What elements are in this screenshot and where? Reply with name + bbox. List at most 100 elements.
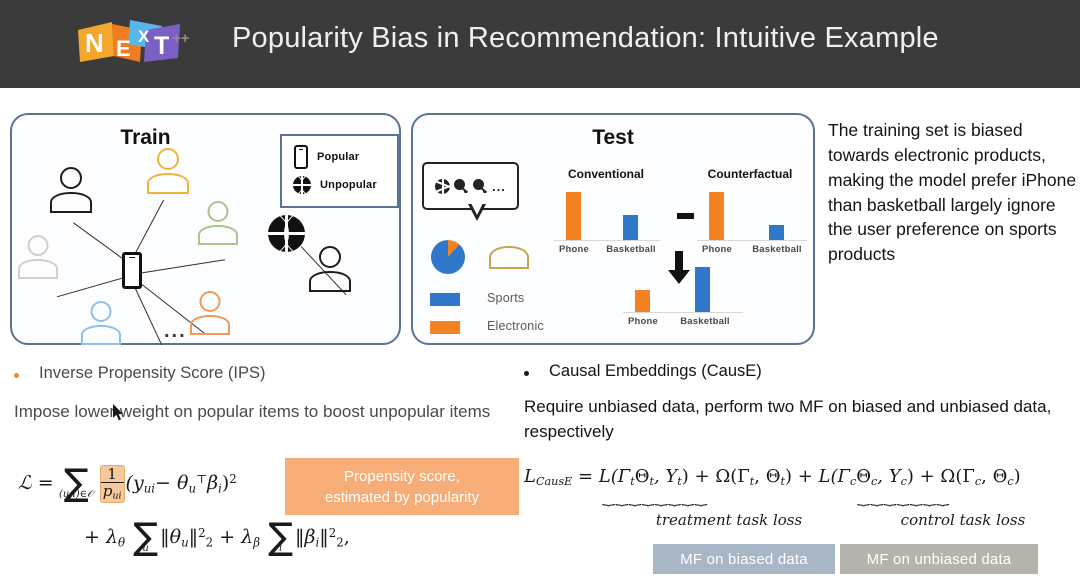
bar-label-basketball-result: Basketball [680,316,730,327]
mouse-cursor [113,404,125,422]
ips-bullet-title: Inverse Propensity Score (IPS) [39,364,266,382]
tag-mf-biased: MF on biased data [653,544,835,574]
cause-formula: LCausE = L(ΓtΘt, Yt) + Ω(Γt, Θt) + L(ΓcΘ… [524,466,1021,489]
propensity-denominator: pui [102,482,122,503]
callout-line-1: Propensity score, [344,467,460,485]
user-node-1 [50,167,92,213]
test-legend-swatch-sports [430,293,460,306]
minus-operator [677,213,694,219]
brace-label-control: control task loss [900,511,1026,529]
bar-basketball-counterfactual [769,225,784,240]
cause-bullet-row: Causal Embeddings (CausE) [524,362,762,381]
user-node-6 [190,291,230,335]
user-node-4 [18,235,58,279]
chart-title-conventional: Conventional [567,167,645,181]
volleyball-icon [435,178,451,194]
ips-bullet-row: Inverse Propensity Score (IPS) [14,364,266,383]
ips-formula: ℒ = ∑ (u,i)∈𝒪 1 pui (yui− θu⊤βi)2 [18,461,237,505]
bar-label-phone-counterfactual: Phone [701,244,733,255]
ips-norm-theta: ‖θ [160,526,182,548]
bar-phone-result [635,290,650,312]
propensity-callout: Propensity score, estimated by popularit… [285,458,519,515]
user-node-3 [198,201,238,245]
description-text: The training set is biased towards elect… [828,120,1077,265]
cause-bullet-title: Causal Embeddings (CausE) [549,362,762,380]
svg-text:T: T [154,32,169,60]
user-node-7 [309,246,351,292]
test-legend-label-electronic: Electronic [487,319,544,333]
legend-item-unpopular: Unpopular [293,176,377,194]
cause-term-treatment-loss: L(Γ [598,466,631,487]
bar-label-basketball-conventional: Basketball [606,244,656,255]
test-user-icon [489,221,529,269]
cause-term-treatment-reg: + Ω(Γ [694,466,750,487]
ips-norm-beta: ‖β [295,526,316,548]
test-legend-swatch-electronic [430,321,460,334]
ips-lambda-theta: + λ [84,526,119,548]
bar-basketball-result [695,267,710,312]
basketball-node-icon [268,215,305,252]
bar-label-basketball-counterfactual: Basketball [752,244,802,255]
legend-item-popular: Popular [294,145,359,169]
chart-result: Phone Basketball [623,265,743,327]
ips-formula-line2: + λθ ∑ u ‖θu‖22 + λβ ∑ i ‖βi‖22, [84,515,350,558]
cause-term-control-reg: + Ω(Γ [919,466,975,487]
central-phone-icon [122,252,142,289]
chart-counterfactual: Phone Basketball [697,191,807,255]
chart-conventional: Phone Basketball [554,191,660,255]
legend-label-popular: Popular [317,151,360,163]
train-ellipsis: ... [164,320,187,342]
ips-formula-lhs: ℒ [18,472,32,495]
ips-sum-subscript: (u,i)∈𝒪 [59,489,94,501]
train-panel: Train Popular Unpopular ... [10,113,401,346]
user-node-2 [147,148,189,194]
logo-plus-plus: ++ [172,30,190,47]
tag-mf-unbiased: MF on unbiased data [840,544,1038,574]
propensity-numerator: 1 [100,466,124,484]
chart-title-counterfactual: Counterfactual [707,167,793,181]
svg-text:N: N [85,28,104,58]
page-title: Popularity Bias in Recommendation: Intui… [232,22,939,54]
user-node-5 [81,301,121,345]
svg-text:E: E [116,36,131,61]
cause-formula-equals: = [577,466,594,487]
legend-label-unpopular: Unpopular [320,179,377,191]
test-panel-title: Test [592,126,634,149]
ips-term-beta: β [207,472,219,495]
cause-bullet-dot [524,371,529,376]
ips-bullet-dot [14,373,19,378]
brace-label-treatment: treatment task loss [655,511,803,529]
bubble-tail-inner [471,203,483,215]
slide-header: N E X T ++ Popularity Bias in Recommenda… [0,0,1080,88]
cause-body-text: Require unbiased data, perform two MF on… [524,397,1052,441]
cause-formula-lhs: L [524,466,536,487]
svg-text:X: X [138,27,150,46]
bar-phone-counterfactual [709,192,724,240]
train-legend: Popular Unpopular [280,134,399,208]
edge-phone-user3 [137,259,226,275]
phone-icon [294,145,308,169]
bar-basketball-conventional [623,215,638,240]
bar-label-phone-result: Phone [627,316,659,327]
interest-pie-chart [431,240,465,274]
ips-term-y: (y [125,472,144,495]
ips-formula-equals: = [37,472,54,495]
basketball-icon [293,176,311,194]
bar-label-phone-conventional: Phone [558,244,590,255]
test-panel: Test ... Sports Electronic Conventional … [411,113,815,345]
ips-lambda-beta: + λ [219,526,254,548]
pingpong-paddle-icon-1 [454,178,469,194]
ips-body-text: Impose lower weight on popular items to … [14,402,491,421]
bar-phone-conventional [566,192,581,240]
callout-line-2: estimated by popularity [324,488,480,506]
propensity-term-highlight: 1 pui [99,464,125,504]
ips-sum-i: i [278,543,283,554]
underbrace-treatment: ⏟⏟⏟⏟⏟⏟⏟⏟ [602,492,708,506]
edge-phone-user4 [56,275,131,298]
cause-term-control-loss: + L(Γ [797,466,851,487]
ips-sum-u: u [142,543,149,554]
pingpong-paddle-icon-2 [473,178,488,194]
edge-phone-user5 [131,281,163,346]
underbrace-control: ⏟⏟⏟⏟⏟⏟⏟ [857,492,950,506]
test-legend-label-sports: Sports [487,291,525,305]
